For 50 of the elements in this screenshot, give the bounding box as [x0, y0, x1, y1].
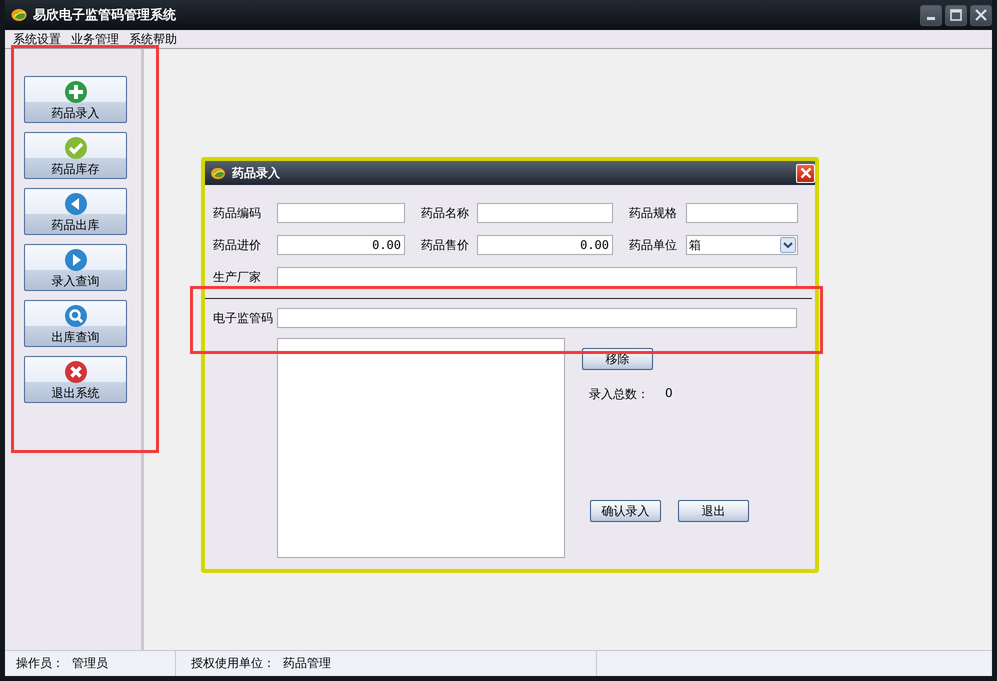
field-label: 药品名称 — [421, 204, 470, 222]
sidebar-button[interactable]: 退出系统 — [24, 356, 127, 403]
window-title: 易欣电子监管码管理系统 — [33, 6, 176, 24]
field-label: 药品单位 — [629, 236, 678, 254]
field-label: 生产厂家 — [213, 268, 262, 286]
play-icon — [64, 248, 88, 272]
input-field[interactable] — [477, 203, 613, 223]
sidebar-button[interactable]: 出库查询 — [24, 300, 127, 347]
input-field[interactable] — [277, 267, 797, 287]
status-value: 药品管理 — [283, 655, 331, 672]
minimize-icon — [927, 17, 935, 20]
total-count: 0 — [665, 386, 673, 402]
sidebar-button[interactable]: 录入查询 — [24, 244, 127, 291]
check-icon — [64, 136, 88, 160]
field-label: 电子监管码 — [213, 310, 274, 326]
close-icon — [800, 167, 812, 179]
sidebar-button[interactable]: 药品库存 — [24, 132, 127, 179]
input-field[interactable] — [277, 203, 405, 223]
dialog-title: 药品录入 — [232, 164, 280, 182]
app-logo-icon — [11, 8, 27, 22]
list-box[interactable] — [277, 338, 565, 558]
plus-icon — [64, 80, 88, 104]
field-label: 药品规格 — [629, 204, 678, 222]
field-label: 药品售价 — [421, 236, 470, 254]
status-label: 授权使用单位： — [191, 655, 275, 672]
app-logo-icon — [210, 166, 226, 180]
search-icon — [64, 304, 88, 328]
minimize-button[interactable] — [920, 4, 942, 26]
input-field[interactable] — [686, 203, 798, 223]
status-label: 操作员： — [16, 655, 64, 672]
sidebar-button[interactable]: 药品录入 — [24, 76, 127, 123]
status-value: 管理员 — [72, 655, 108, 672]
sidebar-button[interactable]: 药品出库 — [24, 188, 127, 235]
close-button[interactable] — [970, 4, 992, 26]
maximize-icon — [950, 9, 962, 21]
close-icon — [64, 360, 88, 384]
dropdown-field[interactable]: 箱 — [686, 235, 798, 255]
close-icon — [975, 9, 987, 21]
menu-item[interactable]: 系统设置 — [8, 30, 66, 48]
menu-item[interactable]: 业务管理 — [66, 30, 124, 48]
menu-item[interactable]: 系统帮助 — [124, 30, 182, 48]
dialog-button[interactable]: 退出 — [678, 500, 749, 522]
total-label: 录入总数： — [589, 386, 649, 403]
input-field[interactable]: 0.00 — [277, 235, 405, 255]
field-label: 药品编码 — [213, 204, 262, 222]
field-label: 药品进价 — [213, 236, 262, 254]
input-field[interactable]: 0.00 — [477, 235, 613, 255]
maximize-button[interactable] — [945, 4, 967, 26]
input-field[interactable] — [277, 308, 797, 328]
dialog-button[interactable]: 确认录入 — [590, 500, 661, 522]
